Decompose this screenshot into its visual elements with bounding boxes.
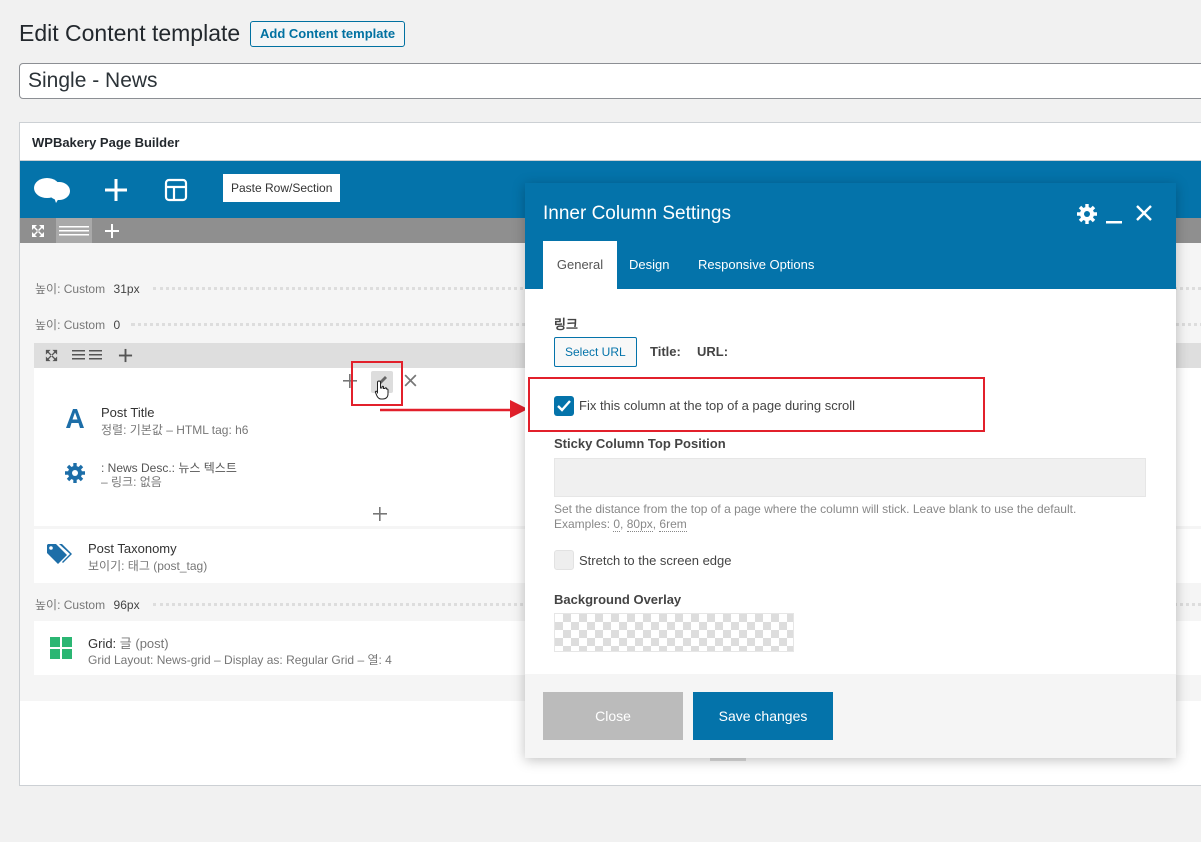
- separator-label: 높이: Custom: [35, 598, 106, 612]
- hint-example: 6rem: [659, 517, 687, 532]
- add-row-icon[interactable]: [104, 223, 120, 239]
- red-arrow-annotation: [380, 400, 528, 418]
- modal-footer: Close Save changes: [525, 674, 1176, 758]
- layout-icon: [59, 226, 89, 236]
- link-title-label: Title:: [650, 344, 681, 359]
- element-subtitle: 보이기: 태그 (post_tag): [88, 559, 208, 573]
- tab-design[interactable]: Design: [617, 241, 681, 289]
- tab-general[interactable]: General: [543, 241, 617, 289]
- close-button[interactable]: Close: [543, 692, 683, 740]
- move-icon[interactable]: [30, 223, 46, 239]
- separator-value: 0: [113, 318, 121, 332]
- tags-icon: [47, 544, 72, 564]
- save-changes-button[interactable]: Save changes: [693, 692, 833, 740]
- paste-row-button[interactable]: Paste Row/Section: [223, 174, 341, 202]
- link-label: 링크: [554, 317, 578, 332]
- gear-icon: [65, 463, 85, 483]
- post-title-input[interactable]: Single - News: [19, 63, 1201, 99]
- element-subtitle: – 링크: 없음: [101, 475, 162, 489]
- add-element-icon[interactable]: [372, 506, 388, 522]
- move-icon[interactable]: [44, 348, 59, 363]
- add-element-icon[interactable]: [104, 178, 128, 202]
- background-overlay-label: Background Overlay: [554, 592, 682, 607]
- gear-icon[interactable]: [1076, 203, 1098, 225]
- builder-header: WPBakery Page Builder: [20, 123, 1201, 161]
- separator-value: 96px: [113, 598, 140, 612]
- separator-label: 높이: Custom: [35, 282, 106, 296]
- hint-examples: Examples: 0, 80px, 6rem: [554, 517, 687, 532]
- row-layout-button[interactable]: [56, 218, 92, 243]
- sticky-position-input[interactable]: [554, 458, 1146, 497]
- tab-responsive-options[interactable]: Responsive Options: [686, 241, 826, 289]
- grid-title-key: Grid:: [88, 636, 117, 651]
- layout-icon[interactable]: [72, 349, 102, 361]
- stretch-label: Stretch to the screen edge: [579, 553, 732, 568]
- element-title: Post Title: [101, 405, 155, 420]
- link-url-label: URL:: [697, 344, 729, 359]
- separator-label: 높이: Custom: [35, 318, 106, 332]
- column-delete-icon[interactable]: [403, 373, 418, 388]
- stretch-checkbox[interactable]: [554, 550, 574, 570]
- templates-icon[interactable]: [164, 178, 188, 202]
- separator-value: 31px: [113, 282, 140, 296]
- text-a-icon: [66, 409, 84, 428]
- sticky-position-label: Sticky Column Top Position: [554, 436, 726, 451]
- element-subtitle: 정렬: 기본값 – HTML tag: h6: [101, 423, 249, 437]
- stretch-checkbox-row[interactable]: Stretch to the screen edge: [554, 550, 854, 570]
- sticky-position-hint: Set the distance from the top of a page …: [554, 502, 1154, 532]
- hint-example: 0: [613, 517, 621, 532]
- element-subtitle: Grid Layout: News-grid – Display as: Reg…: [88, 653, 392, 667]
- page-title: Edit Content template: [19, 20, 241, 46]
- checkbox-highlight-box: [528, 377, 985, 432]
- hint-line: Set the distance from the top of a page …: [554, 502, 1077, 516]
- element-title: Post Taxonomy: [88, 541, 177, 556]
- background-overlay-color-picker[interactable]: [554, 613, 794, 652]
- hint-example: 80px: [626, 517, 653, 532]
- inner-column-settings-modal: Inner Column Settings General Design Res…: [525, 183, 1176, 758]
- grid-icon: [50, 637, 72, 659]
- modal-title: Inner Column Settings: [543, 203, 731, 224]
- modal-header: Inner Column Settings General Design Res…: [525, 183, 1176, 289]
- add-row-icon[interactable]: [118, 348, 133, 363]
- element-title: Grid: 글 (post): [88, 633, 169, 652]
- add-content-template-button[interactable]: Add Content template: [250, 21, 406, 47]
- wpbakery-logo-icon[interactable]: [34, 175, 72, 203]
- select-url-button[interactable]: Select URL: [554, 337, 637, 367]
- hand-cursor-icon: [374, 380, 389, 400]
- element-news-desc[interactable]: : News Desc.: 뉴스 텍스트 – 링크: 없음: [54, 456, 454, 492]
- close-icon[interactable]: [1135, 204, 1153, 222]
- hint-prefix: Examples:: [554, 517, 614, 531]
- minimize-icon[interactable]: [1105, 203, 1123, 225]
- grid-title-value: 글 (post): [119, 636, 169, 651]
